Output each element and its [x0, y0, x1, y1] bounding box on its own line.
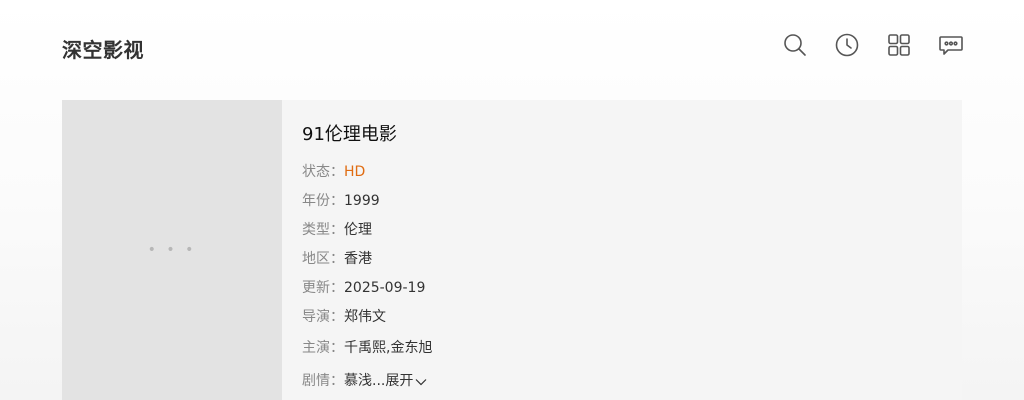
movie-title: 91伦理电影: [302, 124, 397, 145]
cast-label: 主演：: [302, 340, 344, 356]
updated-label: 更新：: [302, 280, 344, 296]
plot-row: 剧情： 慕浅... 展开: [302, 365, 942, 398]
search-icon[interactable]: [780, 30, 810, 60]
year-value: 1999: [344, 193, 380, 209]
movie-detail-card: • • • 91伦理电影 状态： HD 年份： 1999 类型： 伦理 地区： …: [62, 100, 962, 400]
site-header: 深空影视: [0, 0, 1024, 92]
updated-row: 更新： 2025-09-19: [302, 274, 942, 303]
grid-icon[interactable]: [884, 30, 914, 60]
region-label: 地区：: [302, 251, 344, 267]
updated-value: 2025-09-19: [344, 280, 426, 296]
genre-row: 类型： 伦理: [302, 216, 942, 245]
site-logo[interactable]: 深空影视: [62, 34, 144, 63]
region-row: 地区： 香港: [302, 245, 942, 274]
status-row: 状态： HD: [302, 158, 942, 187]
header-nav: [780, 30, 966, 60]
director-value: 郑伟文: [344, 309, 386, 325]
plot-label: 剧情：: [302, 373, 344, 389]
expand-label: 展开: [385, 373, 414, 389]
poster-loading-placeholder: • • •: [147, 242, 197, 258]
cast-row: 主演： 千禹熙,金东旭: [302, 332, 942, 365]
region-value: 香港: [344, 251, 372, 267]
plot-value: 慕浅...: [344, 373, 386, 389]
chevron-down-icon: [415, 378, 427, 385]
cast-value: 千禹熙,金东旭: [344, 340, 433, 356]
director-label: 导演：: [302, 309, 344, 325]
movie-info: 91伦理电影 状态： HD 年份： 1999 类型： 伦理 地区： 香港 更新：…: [302, 122, 942, 398]
status-value: HD: [344, 164, 366, 180]
year-row: 年份： 1999: [302, 187, 942, 216]
message-icon[interactable]: [936, 30, 966, 60]
director-row: 导演： 郑伟文: [302, 303, 942, 332]
genre-value: 伦理: [344, 222, 372, 238]
expand-plot-button[interactable]: 展开: [385, 365, 427, 398]
movie-poster[interactable]: • • •: [62, 100, 282, 400]
genre-label: 类型：: [302, 222, 344, 238]
year-label: 年份：: [302, 193, 344, 209]
history-icon[interactable]: [832, 30, 862, 60]
status-label: 状态：: [302, 164, 344, 180]
